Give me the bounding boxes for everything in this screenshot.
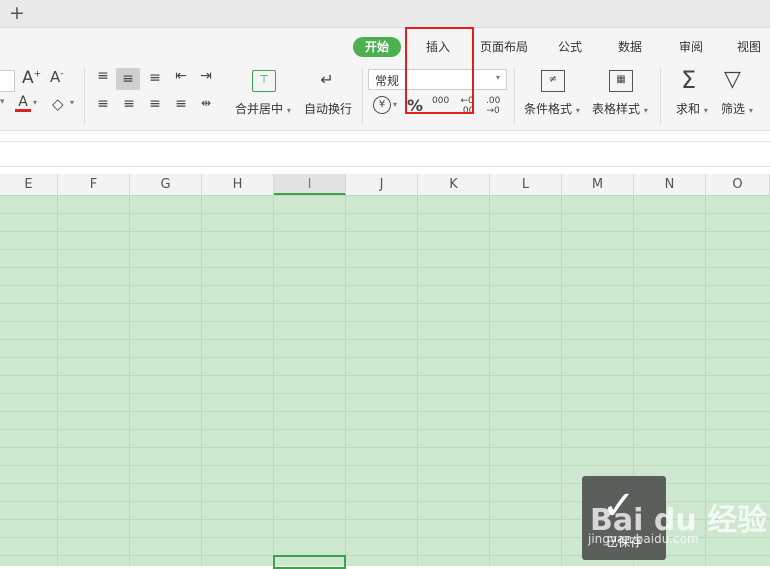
filter-icon[interactable]: ▽ (724, 67, 741, 92)
new-tab-button[interactable]: + (9, 2, 25, 24)
decrease-decimal-button[interactable]: .00 →0 (486, 96, 500, 116)
wrap-text-icon[interactable]: ↵ (316, 70, 338, 90)
align-right-icon[interactable]: ≡ (146, 96, 164, 112)
column-header-h[interactable]: H (202, 174, 274, 195)
increase-indent-icon[interactable]: ⇥ (197, 68, 215, 84)
formula-bar[interactable] (0, 141, 770, 167)
table-style-icon[interactable]: ▦ (609, 70, 633, 92)
column-header-m[interactable]: M (562, 174, 634, 195)
title-bar: + (0, 0, 770, 28)
conditional-format-icon[interactable]: ≠ (541, 70, 565, 92)
column-header-n[interactable]: N (634, 174, 706, 195)
tab-home[interactable]: 开始 (353, 37, 402, 57)
column-header-j[interactable]: J (346, 174, 418, 195)
decrease-indent-icon[interactable]: ⇤ (172, 68, 190, 84)
tab-page-layout[interactable]: 页面布局 (480, 37, 528, 57)
align-left-icon[interactable]: ≡ (94, 96, 112, 112)
conditional-format-button[interactable]: 条件格式 ▾ (524, 100, 580, 117)
divider (514, 68, 515, 124)
sum-icon[interactable]: Σ (681, 66, 696, 94)
align-center-icon[interactable]: ≡ (120, 96, 138, 112)
column-header-g[interactable]: G (130, 174, 202, 195)
distributed-align-icon[interactable]: ⇹ (197, 96, 215, 110)
column-header-i[interactable]: I (274, 174, 346, 195)
active-cell[interactable] (273, 555, 346, 569)
column-header-f[interactable]: F (58, 174, 130, 195)
filter-button[interactable]: 筛选 ▾ (721, 100, 753, 117)
tab-review[interactable]: 审阅 (679, 37, 703, 57)
currency-icon[interactable]: ¥ (373, 96, 391, 114)
highlight-box (405, 27, 474, 114)
justify-icon[interactable]: ≡ (172, 96, 190, 112)
column-header-k[interactable]: K (418, 174, 490, 195)
merge-center-icon[interactable]: ⊤ (252, 70, 276, 92)
font-dropdown-arrow[interactable]: ▾ (0, 97, 5, 107)
chevron-down-icon: ▾ (495, 73, 500, 82)
divider (362, 68, 363, 124)
sum-button[interactable]: 求和 ▾ (676, 100, 708, 117)
tab-formulas[interactable]: 公式 (558, 37, 582, 57)
divider (660, 68, 661, 124)
column-header-e[interactable]: E (0, 174, 58, 195)
clear-dropdown-icon[interactable]: ▾ (70, 98, 74, 107)
align-bottom-icon[interactable]: ≡ (146, 70, 164, 86)
column-header-o[interactable]: O (706, 174, 770, 195)
merge-center-button[interactable]: 合并居中 ▾ (235, 100, 291, 117)
wrap-text-button[interactable]: 自动换行 (304, 100, 352, 117)
ribbon-tabs: 开始 插入 页面布局 公式 数据 审阅 视图 (0, 37, 770, 57)
clear-format-icon[interactable]: ◇ (52, 95, 64, 113)
align-middle-icon[interactable]: ≡ (116, 68, 140, 90)
number-format-value: 常规 (375, 74, 400, 88)
tab-view[interactable]: 视图 (737, 37, 761, 57)
increase-font-button[interactable]: A+ (22, 68, 41, 88)
column-header-row: E F G H I J K L M N O (0, 174, 770, 196)
currency-dropdown-icon[interactable]: ▾ (393, 100, 397, 109)
align-top-icon[interactable]: ≡ (94, 68, 112, 84)
divider (84, 68, 85, 124)
decrease-font-button[interactable]: A- (50, 68, 64, 86)
column-header-l[interactable]: L (490, 174, 562, 195)
font-color-dropdown-icon[interactable]: ▾ (33, 98, 37, 107)
table-style-button[interactable]: 表格样式 ▾ (592, 100, 648, 117)
font-color-button[interactable]: A (15, 95, 31, 112)
tab-data[interactable]: 数据 (618, 37, 642, 57)
font-size-dropdown[interactable] (0, 70, 15, 92)
watermark-url: jingyan.baidu.com (588, 532, 699, 546)
